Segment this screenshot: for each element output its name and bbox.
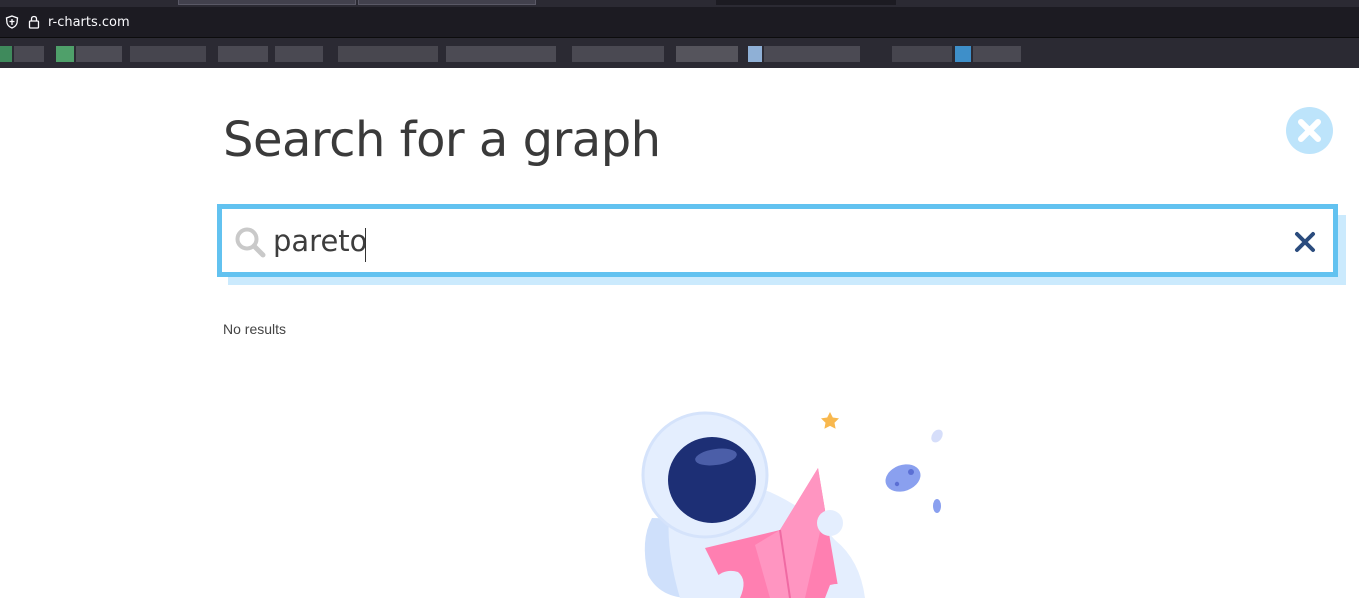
bookmark-item[interactable]: [14, 46, 44, 62]
x-icon[interactable]: [1293, 230, 1317, 254]
lock-icon[interactable]: [28, 15, 40, 29]
page-title: Search for a graph: [223, 112, 661, 168]
bookmark-item[interactable]: [275, 46, 323, 62]
bookmark-item[interactable]: [572, 46, 664, 62]
bookmark-item[interactable]: [338, 46, 438, 62]
astronaut-reading-map-illustration: [641, 411, 943, 598]
browser-tabstrip: [0, 0, 1359, 7]
no-results-message: No results: [223, 321, 287, 337]
bookmark-item[interactable]: [973, 46, 1021, 62]
browser-tab-active[interactable]: [716, 0, 896, 5]
shield-icon[interactable]: [5, 15, 19, 29]
bookmark-item[interactable]: [130, 46, 206, 62]
bookmark-item[interactable]: [764, 46, 860, 62]
close-button[interactable]: [1286, 107, 1333, 154]
search-input[interactable]: [273, 219, 1233, 263]
bookmark-item[interactable]: [76, 46, 122, 62]
browser-tab[interactable]: [178, 0, 356, 5]
bookmark-item[interactable]: [955, 46, 971, 62]
bookmark-item[interactable]: [676, 46, 738, 62]
browser-tab[interactable]: [358, 0, 536, 5]
browser-url-bar[interactable]: r-charts.com: [0, 7, 1359, 38]
magnifier-icon: [235, 227, 266, 258]
search-box[interactable]: [217, 204, 1338, 277]
close-circle-icon: [1298, 119, 1321, 142]
bookmark-item[interactable]: [748, 46, 762, 62]
bookmark-item[interactable]: [446, 46, 556, 62]
bookmark-item[interactable]: [218, 46, 268, 62]
bookmark-item[interactable]: [0, 46, 12, 62]
url-text[interactable]: r-charts.com: [48, 15, 130, 30]
text-caret: [365, 228, 366, 262]
bookmark-item[interactable]: [892, 46, 952, 62]
bookmarks-bar: [0, 38, 1359, 68]
bookmark-item[interactable]: [56, 46, 74, 62]
